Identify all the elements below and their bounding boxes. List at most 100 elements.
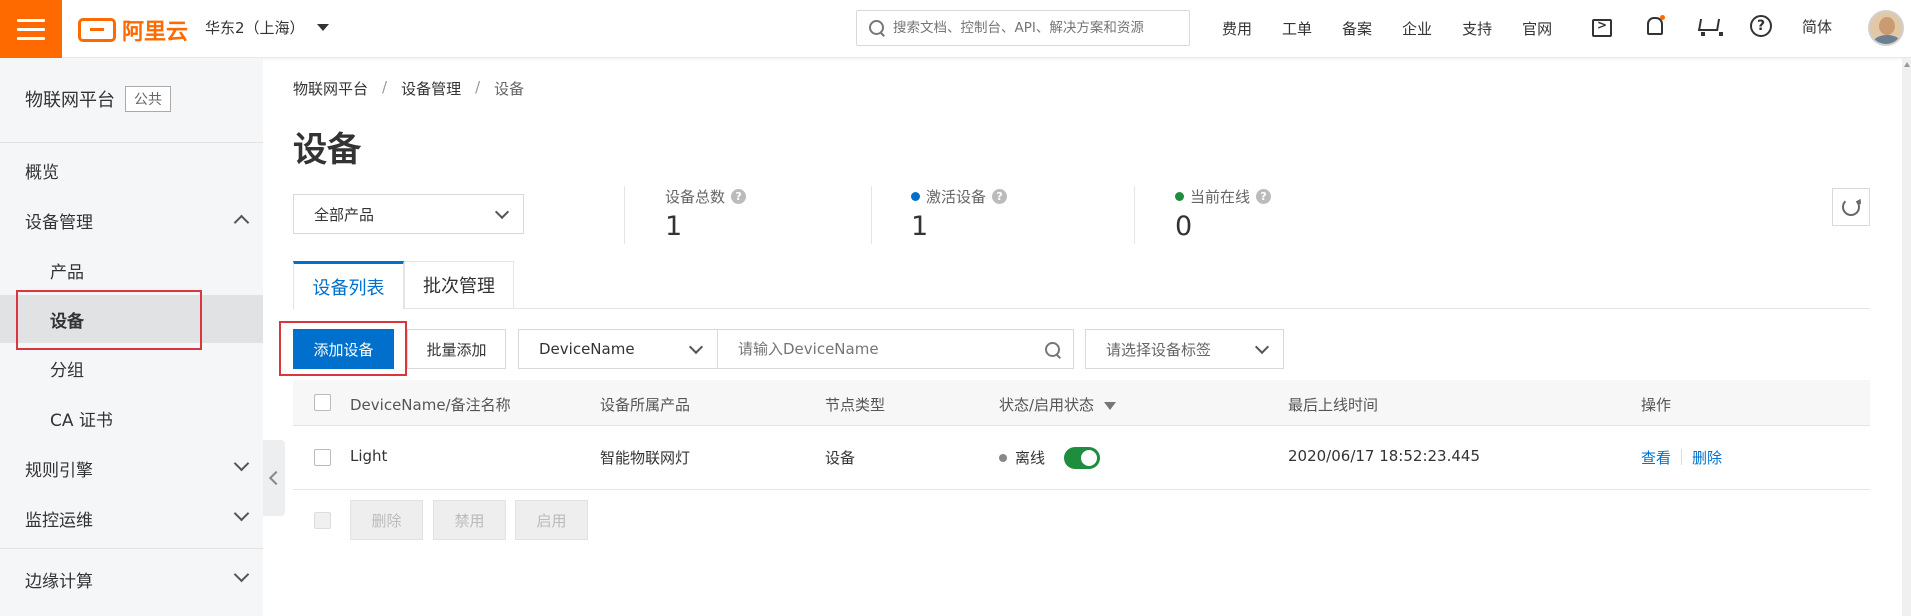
device-tag-select[interactable]: 请选择设备标签	[1085, 329, 1284, 369]
sidebar-item-ca-certificates[interactable]: CA 证书	[0, 394, 263, 442]
breadcrumb-iot-platform[interactable]: 物联网平台	[293, 78, 368, 99]
delete-link[interactable]: 删除	[1692, 447, 1722, 468]
cart-icon[interactable]	[1696, 14, 1723, 38]
status-dot-icon	[1175, 192, 1184, 201]
column-header-product: 设备所属产品	[600, 396, 691, 414]
cell-actions: 查看 删除	[1641, 447, 1722, 468]
page-title: 设备	[293, 130, 361, 170]
top-bar: 阿里云 华东2（上海） 费用 工单 备案 企业 支持 官网 ? 简体	[0, 0, 1911, 58]
column-header-device-name: DeviceName/备注名称	[350, 396, 511, 414]
aliyun-logo-icon	[78, 18, 116, 42]
nav-link-website[interactable]: 官网	[1522, 18, 1552, 39]
column-header-node-type: 节点类型	[825, 396, 886, 414]
sidebar-item-rules-engine[interactable]: 规则引擎	[0, 444, 263, 492]
chevron-down-icon	[688, 339, 704, 355]
column-header-actions: 操作	[1641, 396, 1672, 414]
language-switch[interactable]: 简体	[1802, 16, 1832, 37]
stat-activated-value: 1	[911, 211, 929, 242]
chevron-down-icon	[494, 204, 510, 220]
filter-icon[interactable]	[1103, 401, 1116, 410]
device-tag-placeholder: 请选择设备标签	[1106, 340, 1212, 359]
refresh-button[interactable]	[1832, 188, 1870, 226]
tab-label: 设备列表	[312, 277, 385, 299]
global-search[interactable]	[856, 10, 1190, 46]
enable-toggle[interactable]	[1064, 447, 1100, 469]
sidebar-collapse-handle[interactable]	[263, 440, 285, 516]
page-scrollbar[interactable]	[1902, 58, 1911, 616]
device-search[interactable]	[717, 329, 1074, 369]
stat-total-devices: 设备总数 ? 1	[665, 186, 747, 242]
nav-link-enterprise[interactable]: 企业	[1402, 18, 1432, 39]
product-select[interactable]: 全部产品	[293, 194, 524, 234]
logo-text: 阿里云	[122, 20, 189, 45]
column-header-status: 状态/启用状态	[999, 394, 1116, 415]
bulk-disable-button[interactable]: 禁用	[433, 500, 506, 540]
sidebar-title-text: 物联网平台	[25, 90, 115, 111]
stat-divider	[871, 186, 872, 244]
sidebar-title: 物联网平台 公共	[25, 86, 171, 112]
caret-down-icon	[316, 24, 329, 31]
help-icon[interactable]: ?	[1750, 15, 1772, 37]
bulk-enable-button[interactable]: 启用	[515, 500, 588, 540]
chevron-left-icon	[268, 470, 284, 486]
cell-status: 离线	[999, 447, 1045, 468]
table-row: Light 智能物联网灯 设备 离线 2020/06/17 18:52:23.4…	[293, 426, 1870, 490]
user-avatar[interactable]	[1868, 10, 1904, 46]
aliyun-logo[interactable]: 阿里云	[78, 14, 188, 46]
top-nav-icons: ? 简体	[1592, 14, 1832, 38]
global-search-input[interactable]	[893, 20, 1183, 36]
stat-online-devices: 当前在线 ? 0	[1175, 186, 1272, 242]
region-selector[interactable]: 华东2（上海）	[205, 17, 329, 38]
view-link[interactable]: 查看	[1641, 447, 1671, 468]
nav-link-support[interactable]: 支持	[1462, 18, 1492, 39]
search-icon[interactable]	[1045, 342, 1061, 358]
breadcrumb-separator: /	[475, 78, 481, 96]
device-search-input[interactable]	[738, 340, 1038, 358]
bulk-select-checkbox[interactable]	[314, 512, 331, 529]
sidebar-item-groups[interactable]: 分组	[0, 344, 263, 392]
select-all-checkbox[interactable]	[314, 394, 331, 411]
public-tag: 公共	[125, 86, 171, 112]
sidebar-item-edge-computing[interactable]: 边缘计算	[0, 555, 263, 603]
offline-dot-icon	[999, 453, 1007, 462]
scroll-up-icon[interactable]	[1904, 62, 1910, 67]
nav-link-tickets[interactable]: 工单	[1282, 18, 1312, 39]
bulk-delete-button[interactable]: 删除	[350, 500, 423, 540]
hamburger-menu-icon[interactable]	[0, 0, 62, 58]
region-label: 华东2（上海）	[205, 19, 305, 37]
stat-activated-label: 激活设备	[926, 188, 987, 206]
search-icon	[869, 20, 885, 36]
sidebar-item-label: 监控运维	[25, 510, 93, 531]
top-nav-links: 费用 工单 备案 企业 支持 官网	[1222, 18, 1552, 39]
refresh-icon	[1842, 198, 1860, 216]
question-icon[interactable]: ?	[731, 189, 747, 204]
tab-batch-management[interactable]: 批次管理	[404, 261, 514, 309]
column-header-last-online: 最后上线时间	[1288, 396, 1379, 414]
sidebar-item-monitoring[interactable]: 监控运维	[0, 494, 263, 542]
tab-device-list[interactable]: 设备列表	[293, 261, 404, 310]
search-field-select[interactable]: DeviceName	[518, 329, 718, 369]
column-header-status-label: 状态/启用状态	[999, 396, 1095, 414]
action-divider	[1681, 449, 1683, 465]
terminal-icon[interactable]	[1592, 18, 1612, 37]
batch-add-button[interactable]: 批量添加	[407, 329, 506, 369]
question-icon[interactable]: ?	[1256, 189, 1272, 204]
stat-online-value: 0	[1175, 211, 1193, 242]
nav-link-billing[interactable]: 费用	[1222, 18, 1252, 39]
row-checkbox[interactable]	[314, 449, 331, 466]
cell-product: 智能物联网灯	[600, 449, 691, 467]
sidebar-item-label: 设备管理	[25, 212, 93, 233]
nav-link-icp[interactable]: 备案	[1342, 18, 1372, 39]
sidebar-item-label: CA 证书	[50, 410, 113, 431]
breadcrumb-separator: /	[382, 78, 388, 96]
sidebar-item-products[interactable]: 产品	[0, 246, 263, 294]
sidebar-item-device-management[interactable]: 设备管理	[0, 196, 263, 244]
cell-last-online: 2020/06/17 18:52:23.445	[1288, 447, 1480, 465]
stat-online-label: 当前在线	[1190, 188, 1251, 206]
breadcrumb-device-management[interactable]: 设备管理	[401, 78, 461, 99]
bell-icon[interactable]	[1642, 14, 1666, 38]
sidebar-item-label: 概览	[25, 162, 59, 183]
sidebar-item-overview[interactable]: 概览	[0, 146, 263, 194]
question-icon[interactable]: ?	[992, 189, 1008, 204]
tab-bar: 设备列表 批次管理	[293, 261, 1870, 310]
